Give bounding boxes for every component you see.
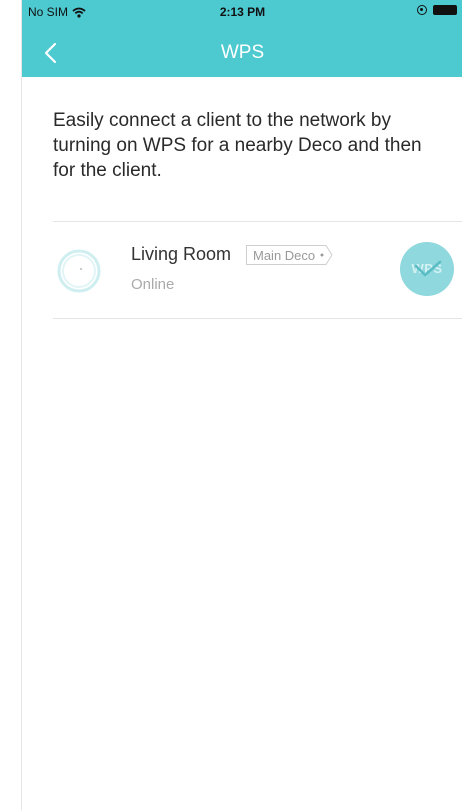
intro-text: Easily connect a client to the network b… <box>53 110 422 181</box>
status-bar: No SIM 2:13 PM <box>22 0 462 22</box>
header: No SIM 2:13 PM WPS <box>22 0 462 77</box>
deco-device-icon <box>57 249 101 293</box>
tag-tip-icon <box>319 245 333 265</box>
device-row[interactable]: Living Room Main Deco Online WPS <box>53 222 462 318</box>
nav-bar: WPS <box>22 30 462 74</box>
device-status: Online <box>131 276 175 293</box>
status-time: 2:13 PM <box>219 5 266 19</box>
device-name: Living Room <box>131 244 232 264</box>
divider-bottom <box>53 318 462 319</box>
page-title: WPS <box>220 42 265 63</box>
main-deco-badge: Main Deco <box>246 245 333 265</box>
main-deco-badge-label: Main Deco <box>246 245 320 265</box>
wps-screen: No SIM 2:13 PM WPS Easily connect a clie… <box>21 0 462 810</box>
checkmark-icon <box>414 260 442 277</box>
wps-button[interactable]: WPS <box>400 242 454 296</box>
battery-icon <box>433 5 457 15</box>
orientation-lock-icon <box>417 5 427 15</box>
status-indicators <box>417 5 457 15</box>
